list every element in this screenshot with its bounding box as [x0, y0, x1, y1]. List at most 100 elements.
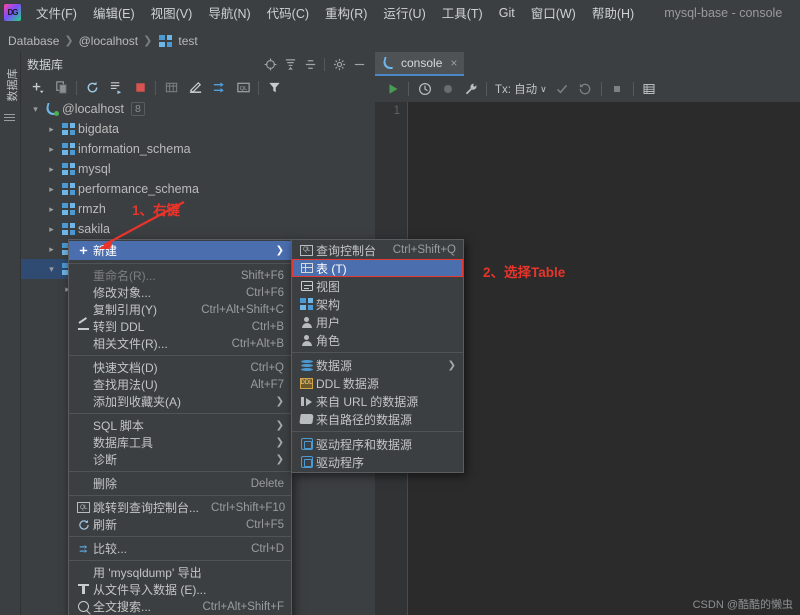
menu-view[interactable]: 视图(V) — [143, 0, 201, 25]
table-layout-icon[interactable] — [638, 78, 661, 100]
menu-item-label: 诊断 — [93, 453, 118, 467]
chevron-right-icon[interactable]: ▸ — [45, 164, 58, 175]
tree-node-localhost[interactable]: ▾ @localhost 8 — [21, 99, 375, 119]
menu-item-new[interactable]: 新建 ❯ — [69, 241, 291, 260]
wrench-icon[interactable] — [459, 78, 482, 100]
menu-item-accel: Ctrl+B — [251, 320, 284, 333]
gear-icon[interactable] — [329, 55, 349, 73]
datasource-icon — [381, 57, 396, 69]
menu-navigate[interactable]: 导航(N) — [200, 0, 258, 25]
menu-git[interactable]: Git — [491, 3, 523, 23]
stop-icon[interactable] — [128, 77, 152, 98]
add-icon[interactable] — [25, 77, 49, 98]
menu-item-quick-doc[interactable]: 快速文档(D) Ctrl+Q — [69, 359, 291, 376]
menu-file[interactable]: 文件(F) — [28, 0, 85, 25]
refresh-icon[interactable] — [80, 77, 104, 98]
submenu-item-data-source-from-url[interactable]: 来自 URL 的数据源 — [292, 392, 463, 410]
menu-edit[interactable]: 编辑(E) — [85, 0, 143, 25]
rollback-icon[interactable] — [574, 78, 597, 100]
menu-run[interactable]: 运行(U) — [375, 0, 433, 25]
chevron-right-icon[interactable]: ▸ — [45, 224, 58, 235]
menu-item-sql-scripts[interactable]: SQL 脚本 ❯ — [69, 417, 291, 434]
submenu-item-user[interactable]: 用户 — [292, 313, 463, 331]
chevron-right-icon[interactable]: ▸ — [45, 124, 58, 135]
menu-refactor[interactable]: 重构(R) — [317, 0, 375, 25]
breadcrumb-item-test[interactable]: test — [178, 34, 197, 48]
menu-item-add-to-favorites[interactable]: 添加到收藏夹(A) ❯ — [69, 393, 291, 410]
menu-item-refresh[interactable]: 刷新 Ctrl+F5 — [69, 516, 291, 533]
sync-script-icon[interactable] — [104, 77, 128, 98]
tree-node-rmzh[interactable]: ▸ rmzh — [21, 199, 375, 219]
divider — [69, 471, 291, 472]
submenu-item-view[interactable]: 视图 — [292, 277, 463, 295]
menu-item-compare[interactable]: 比较... Ctrl+D — [69, 540, 291, 557]
breadcrumb-separator-icon: ❯ — [64, 35, 74, 47]
menu-window[interactable]: 窗口(W) — [523, 0, 584, 25]
menu-help[interactable]: 帮助(H) — [584, 0, 642, 25]
stop-icon[interactable] — [606, 78, 629, 100]
menu-tools[interactable]: 工具(T) — [434, 0, 491, 25]
menu-item-related-files[interactable]: 相关文件(R)... Ctrl+Alt+B — [69, 335, 291, 352]
submenu-item-table[interactable]: 表 (T) — [292, 259, 463, 277]
history-icon[interactable] — [413, 78, 436, 100]
submenu-item-driver[interactable]: 驱动程序 — [292, 453, 463, 471]
submenu-item-query-console[interactable]: QL 查询控制台 Ctrl+Shift+Q — [292, 241, 463, 259]
minimize-icon[interactable] — [349, 55, 369, 73]
menu-item-copy-reference[interactable]: 复制引用(Y) Ctrl+Alt+Shift+C — [69, 301, 291, 318]
chevron-down-icon[interactable]: ▾ — [29, 104, 42, 115]
modify-icon[interactable] — [183, 77, 207, 98]
tx-mode-selector[interactable]: Tx: 自动 ∨ — [491, 81, 551, 97]
menu-item-full-text-search[interactable]: 全文搜索... Ctrl+Alt+Shift+F — [69, 598, 291, 615]
chevron-right-icon[interactable]: ▸ — [45, 204, 58, 215]
chevron-right-icon[interactable]: ▸ — [45, 244, 58, 255]
console-icon: QL — [297, 244, 316, 256]
chevron-right-icon[interactable]: ▸ — [45, 144, 58, 155]
menu-item-label: 删除 — [93, 477, 118, 491]
submenu-item-role[interactable]: 角色 — [292, 331, 463, 349]
submenu-item-data-source[interactable]: 数据源 ❯ — [292, 356, 463, 374]
code-editor[interactable] — [409, 102, 800, 615]
submenu-item-data-source-from-path[interactable]: 来自路径的数据源 — [292, 410, 463, 428]
expand-all-icon[interactable] — [280, 55, 300, 73]
tab-console[interactable]: console × — [375, 52, 465, 76]
menu-item-go-to-ddl[interactable]: 转到 DDL Ctrl+B — [69, 318, 291, 335]
tree-node-performance-schema[interactable]: ▸ performance_schema — [21, 179, 375, 199]
copy-icon[interactable] — [49, 77, 73, 98]
submenu-item-label: 视图 — [316, 279, 341, 294]
annotation-step-2: 2、选择Table — [483, 265, 566, 280]
menu-item-diagnostics[interactable]: 诊断 ❯ — [69, 451, 291, 468]
tree-node-bigdata[interactable]: ▸ bigdata — [21, 119, 375, 139]
tree-node-sakila[interactable]: ▸ sakila — [21, 219, 375, 239]
tree-node-information-schema[interactable]: ▸ information_schema — [21, 139, 375, 159]
chevron-down-icon[interactable]: ∨ — [540, 84, 547, 95]
collapse-all-icon[interactable] — [300, 55, 320, 73]
table-editor-icon[interactable] — [159, 77, 183, 98]
submenu-item-driver-and-data-source[interactable]: 驱动程序和数据源 — [292, 435, 463, 453]
menu-code[interactable]: 代码(C) — [259, 0, 317, 25]
submenu-item-ddl-data-source[interactable]: DDL DDL 数据源 — [292, 374, 463, 392]
chevron-down-icon[interactable]: ▾ — [45, 264, 58, 275]
menu-item-import-from-file[interactable]: 从文件导入数据 (E)... — [69, 581, 291, 598]
tree-node-mysql[interactable]: ▸ mysql — [21, 159, 375, 179]
menu-item-export-mysqldump[interactable]: 用 'mysqldump' 导出 — [69, 564, 291, 581]
run-icon[interactable] — [381, 78, 404, 100]
menu-item-find-usages[interactable]: 查找用法(U) Alt+F7 — [69, 376, 291, 393]
chevron-right-icon[interactable]: ▸ — [45, 184, 58, 195]
commit-check-icon[interactable] — [551, 78, 574, 100]
menu-item-jump-to-query-console[interactable]: QL 跳转到查询控制台... Ctrl+Shift+F10 — [69, 499, 291, 516]
breadcrumb-item-database[interactable]: Database — [8, 34, 59, 48]
compare-icon[interactable] — [207, 77, 231, 98]
target-icon[interactable] — [260, 55, 280, 73]
close-icon[interactable]: × — [450, 56, 457, 70]
query-console-icon[interactable]: QL — [231, 77, 255, 98]
submenu-item-schema[interactable]: 架构 — [292, 295, 463, 313]
filter-icon[interactable] — [262, 77, 286, 98]
sidebar-item-database[interactable]: 数据库 — [4, 56, 19, 114]
record-icon[interactable] — [436, 78, 459, 100]
menu-item-delete[interactable]: 删除 Delete — [69, 475, 291, 492]
breadcrumb-item-localhost[interactable]: @localhost — [79, 34, 139, 48]
menu-item-database-tools[interactable]: 数据库工具 ❯ — [69, 434, 291, 451]
menu-item-accel: Ctrl+Alt+Shift+F — [202, 600, 285, 613]
menu-item-rename[interactable]: 重命名(R)... Shift+F6 — [69, 267, 291, 284]
menu-item-modify-object[interactable]: 修改对象... Ctrl+F6 — [69, 284, 291, 301]
